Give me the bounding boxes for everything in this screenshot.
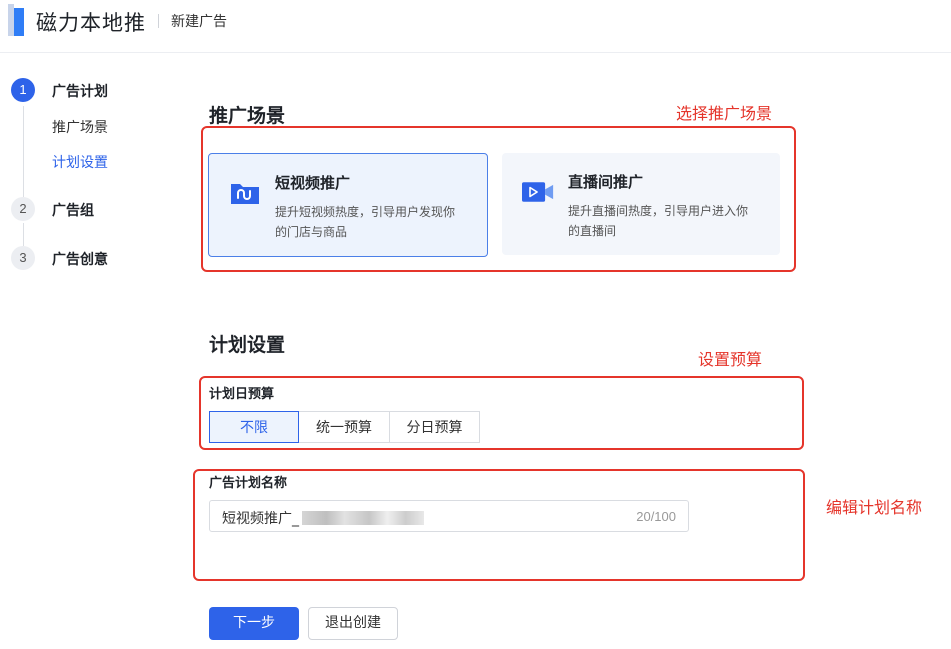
short-video-icon bbox=[231, 184, 259, 204]
step-sub-plan-settings[interactable]: 计划设置 bbox=[52, 152, 108, 172]
scene-section-title: 推广场景 bbox=[209, 105, 286, 127]
budget-option-unlimited[interactable]: 不限 bbox=[209, 411, 299, 443]
header-divider bbox=[158, 14, 159, 28]
scene-card-short-video[interactable]: 短视频推广 提升短视频热度，引导用户发现你的门店与商品 bbox=[208, 153, 488, 257]
top-header: 磁力本地推 新建广告 bbox=[0, 0, 951, 53]
next-step-button[interactable]: 下一步 bbox=[209, 607, 299, 640]
scene-card-live-room[interactable]: 直播间推广 提升直播间热度，引导用户进入你的直播间 bbox=[502, 153, 780, 255]
annotation-name: 编辑计划名称 bbox=[826, 498, 923, 517]
step-3-number: 3 bbox=[11, 246, 35, 270]
app-title: 磁力本地推 bbox=[36, 11, 146, 35]
plan-name-input[interactable]: 短视频推广_ 20/100 bbox=[209, 500, 689, 532]
breadcrumb: 新建广告 bbox=[171, 14, 227, 30]
card-desc: 提升短视频热度，引导用户发现你的门店与商品 bbox=[275, 205, 456, 239]
step-sub-scene[interactable]: 推广场景 bbox=[52, 117, 108, 137]
step-2-number: 2 bbox=[11, 197, 35, 221]
card-title: 直播间推广 bbox=[568, 173, 644, 191]
budget-option-uniform[interactable]: 统一预算 bbox=[298, 411, 390, 443]
annotation-scene: 选择推广场景 bbox=[676, 104, 773, 123]
app-logo bbox=[8, 4, 26, 36]
step-1-number: 1 bbox=[11, 78, 35, 102]
annotation-budget: 设置预算 bbox=[698, 350, 763, 369]
step-1-label[interactable]: 广告计划 bbox=[52, 81, 108, 101]
budget-option-daily[interactable]: 分日预算 bbox=[389, 411, 480, 443]
step-connector bbox=[23, 106, 24, 197]
plan-section-title: 计划设置 bbox=[209, 334, 286, 356]
step-3-label[interactable]: 广告创意 bbox=[52, 249, 108, 269]
step-2-label[interactable]: 广告组 bbox=[52, 200, 94, 220]
card-title: 短视频推广 bbox=[275, 174, 351, 192]
budget-label: 计划日预算 bbox=[209, 387, 275, 402]
card-desc: 提升直播间热度，引导用户进入你的直播间 bbox=[568, 204, 749, 238]
plan-name-label: 广告计划名称 bbox=[209, 476, 288, 491]
plan-name-value: 短视频推广_ bbox=[222, 511, 299, 527]
exit-create-button[interactable]: 退出创建 bbox=[308, 607, 398, 640]
char-counter: 20/100 bbox=[636, 509, 676, 524]
redacted-text bbox=[302, 511, 424, 525]
live-room-icon bbox=[522, 182, 554, 202]
step-connector bbox=[23, 223, 24, 246]
